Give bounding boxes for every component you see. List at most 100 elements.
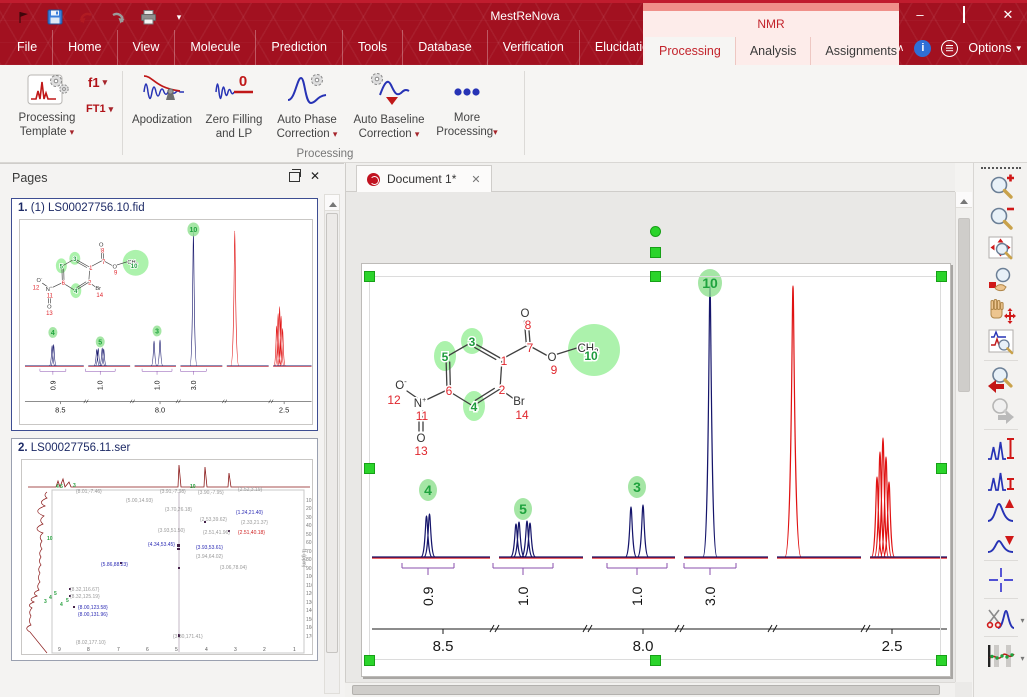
scroll-up-arrow[interactable] <box>325 195 339 211</box>
zoom-in-icon[interactable] <box>981 171 1021 202</box>
info-icon[interactable]: i <box>914 40 931 57</box>
vertical-scrollbar[interactable] <box>955 192 972 682</box>
x-tick-label: 5 <box>175 647 178 653</box>
assignment-label: 10 <box>190 484 196 490</box>
scroll-up-arrow[interactable] <box>956 192 972 208</box>
selection-handle-bottom-left[interactable] <box>364 655 375 666</box>
print-icon[interactable] <box>138 7 158 27</box>
menu-tab-analysis[interactable]: Analysis <box>735 37 811 65</box>
page-thumbnail-1[interactable]: 1. (1) LS00027756.10.fid <box>11 198 318 431</box>
rotation-handle[interactable] <box>650 226 661 237</box>
nmr-spectrum[interactable]: 8.58.02.50.91.01.03.045310 <box>372 269 947 655</box>
menu-tab-verification[interactable]: Verification <box>487 30 579 65</box>
clipboard-icon[interactable] <box>941 40 958 57</box>
selection-handle-top-offset[interactable] <box>650 247 661 258</box>
molecule-structure[interactable]: O O CH3 Br N+ O- O 1 2 3 4 5 6 7 <box>387 308 620 458</box>
menu-tab-prediction[interactable]: Prediction <box>255 30 342 65</box>
selection-handle-top-right[interactable] <box>936 271 947 282</box>
page-thumbnail-2[interactable]: 2. LS00027756.11.ser f1 (ppm) {8.01,-7.4… <box>11 438 318 661</box>
svg-text:4: 4 <box>471 400 478 414</box>
cut-spectrum-icon[interactable]: ▾ <box>981 602 1021 633</box>
f1-dropdown[interactable]: f1▾ <box>88 75 107 90</box>
zoom-out-icon[interactable] <box>981 202 1021 233</box>
auto-baseline-correction-icon <box>366 71 412 111</box>
document-canvas[interactable]: O O CH3 Br N+ O- O 1 2 3 4 5 6 7 <box>345 192 955 682</box>
annotation-label: {3.93,53.61} <box>196 545 223 551</box>
menu-tab-assignments[interactable]: Assignments <box>810 37 911 65</box>
auto-baseline-correction-button[interactable]: Auto Baseline Correction ▾ <box>348 71 430 141</box>
autoscale-up-icon[interactable] <box>981 495 1021 526</box>
previous-zoom-icon[interactable] <box>981 364 1021 395</box>
window-maximize-button[interactable] <box>953 6 975 24</box>
fit-to-window-icon[interactable] <box>981 233 1021 264</box>
redo-icon[interactable] <box>107 7 127 27</box>
document-tab-label: Document 1* <box>387 172 456 186</box>
selection-handle-bottom-center[interactable] <box>650 655 661 666</box>
menu-tab-molecule[interactable]: Molecule <box>174 30 255 65</box>
pages-scrollbar-thumb[interactable] <box>326 213 338 653</box>
menu-tab-view[interactable]: View <box>117 30 175 65</box>
integral-value: 0.9 <box>420 586 436 606</box>
window-close-button[interactable]: ✕ <box>997 6 1019 24</box>
svg-text:5: 5 <box>442 350 449 364</box>
selection-handle-top-left[interactable] <box>364 271 375 282</box>
pages-scrollbar[interactable] <box>324 194 340 694</box>
x-tick-label: 9 <box>58 647 61 653</box>
next-zoom-icon[interactable] <box>981 395 1021 426</box>
more-processing-button[interactable]: More Processing▾ <box>434 71 500 139</box>
pan-icon[interactable] <box>981 295 1021 326</box>
apodization-button[interactable]: Apodization <box>128 71 196 127</box>
save-icon[interactable] <box>45 7 65 27</box>
qat-customize-icon[interactable]: ▾ <box>169 7 189 27</box>
ft1-dropdown[interactable]: FT1▾ <box>86 103 113 115</box>
menu-tab-tools[interactable]: Tools <box>342 30 402 65</box>
zoom-selection-icon[interactable] <box>981 264 1021 295</box>
annotation-label: {5.86,88.23} <box>101 562 128 568</box>
auto-phase-correction-button[interactable]: Auto Phase Correction ▾ <box>272 71 342 141</box>
integral-bracket <box>493 563 553 575</box>
multi-spectra-zoom-icon[interactable] <box>981 326 1021 357</box>
y-tick-label: 100 <box>306 574 313 580</box>
horizontal-scrollbar-thumb[interactable] <box>352 685 940 695</box>
collapse-ribbon-icon[interactable]: ∧ <box>897 43 904 54</box>
assignment-label: 4 <box>60 602 63 608</box>
window-minimize-button[interactable]: – <box>909 6 931 24</box>
menu-tab-file[interactable]: File <box>2 30 52 65</box>
assignment-label: 3 <box>44 599 47 605</box>
document-tab[interactable]: Document 1* ✕ <box>356 165 492 192</box>
horizontal-scrollbar[interactable] <box>345 682 955 697</box>
apodization-icon <box>139 71 185 111</box>
toolbar-separator <box>984 429 1018 430</box>
selection-handle-mid-left[interactable] <box>364 463 375 474</box>
y-tick-label: 20 <box>306 506 312 512</box>
crosshair-icon[interactable] <box>981 564 1021 595</box>
annotation-label: {3.91,-7.98} <box>160 489 186 495</box>
bookmark-flag-icon[interactable] <box>14 7 34 27</box>
processing-template-button[interactable]: Processing Template ▾ <box>12 71 82 139</box>
document-tab-close-icon[interactable]: ✕ <box>471 173 480 186</box>
auto-phase-correction-icon <box>284 71 330 111</box>
annotation-label: {2.51,41.96} <box>203 530 230 536</box>
atom-highlights <box>434 324 620 421</box>
undo-icon[interactable] <box>76 7 96 27</box>
increase-intensity-icon[interactable] <box>981 433 1021 464</box>
annotation-label: {8.00,123.58} <box>78 605 108 611</box>
baseline-correction-icon[interactable]: ▾ <box>981 640 1021 671</box>
y-tick-label: 120 <box>306 591 313 597</box>
menu-tab-processing[interactable]: Processing <box>645 37 735 65</box>
options-button[interactable]: Options▾ <box>968 41 1021 55</box>
x-axis-label: 2.5 <box>882 638 903 655</box>
pages-float-icon[interactable] <box>289 172 300 182</box>
selection-handle-bottom-right[interactable] <box>936 655 947 666</box>
selection-handle-mid-right[interactable] <box>936 463 947 474</box>
menu-tab-database[interactable]: Database <box>402 30 487 65</box>
x-tick-label: 4 <box>205 647 208 653</box>
zero-filling-button[interactable]: 0 Zero Filling and LP <box>200 71 268 141</box>
decrease-intensity-icon[interactable] <box>981 464 1021 495</box>
pages-close-icon[interactable]: ✕ <box>310 169 320 183</box>
autoscale-down-icon[interactable] <box>981 526 1021 557</box>
selection-handle-top-center[interactable] <box>650 271 661 282</box>
toolbar-drag-handle[interactable] <box>981 167 1021 169</box>
menu-tab-home[interactable]: Home <box>52 30 116 65</box>
vertical-scrollbar-thumb[interactable] <box>958 218 970 392</box>
